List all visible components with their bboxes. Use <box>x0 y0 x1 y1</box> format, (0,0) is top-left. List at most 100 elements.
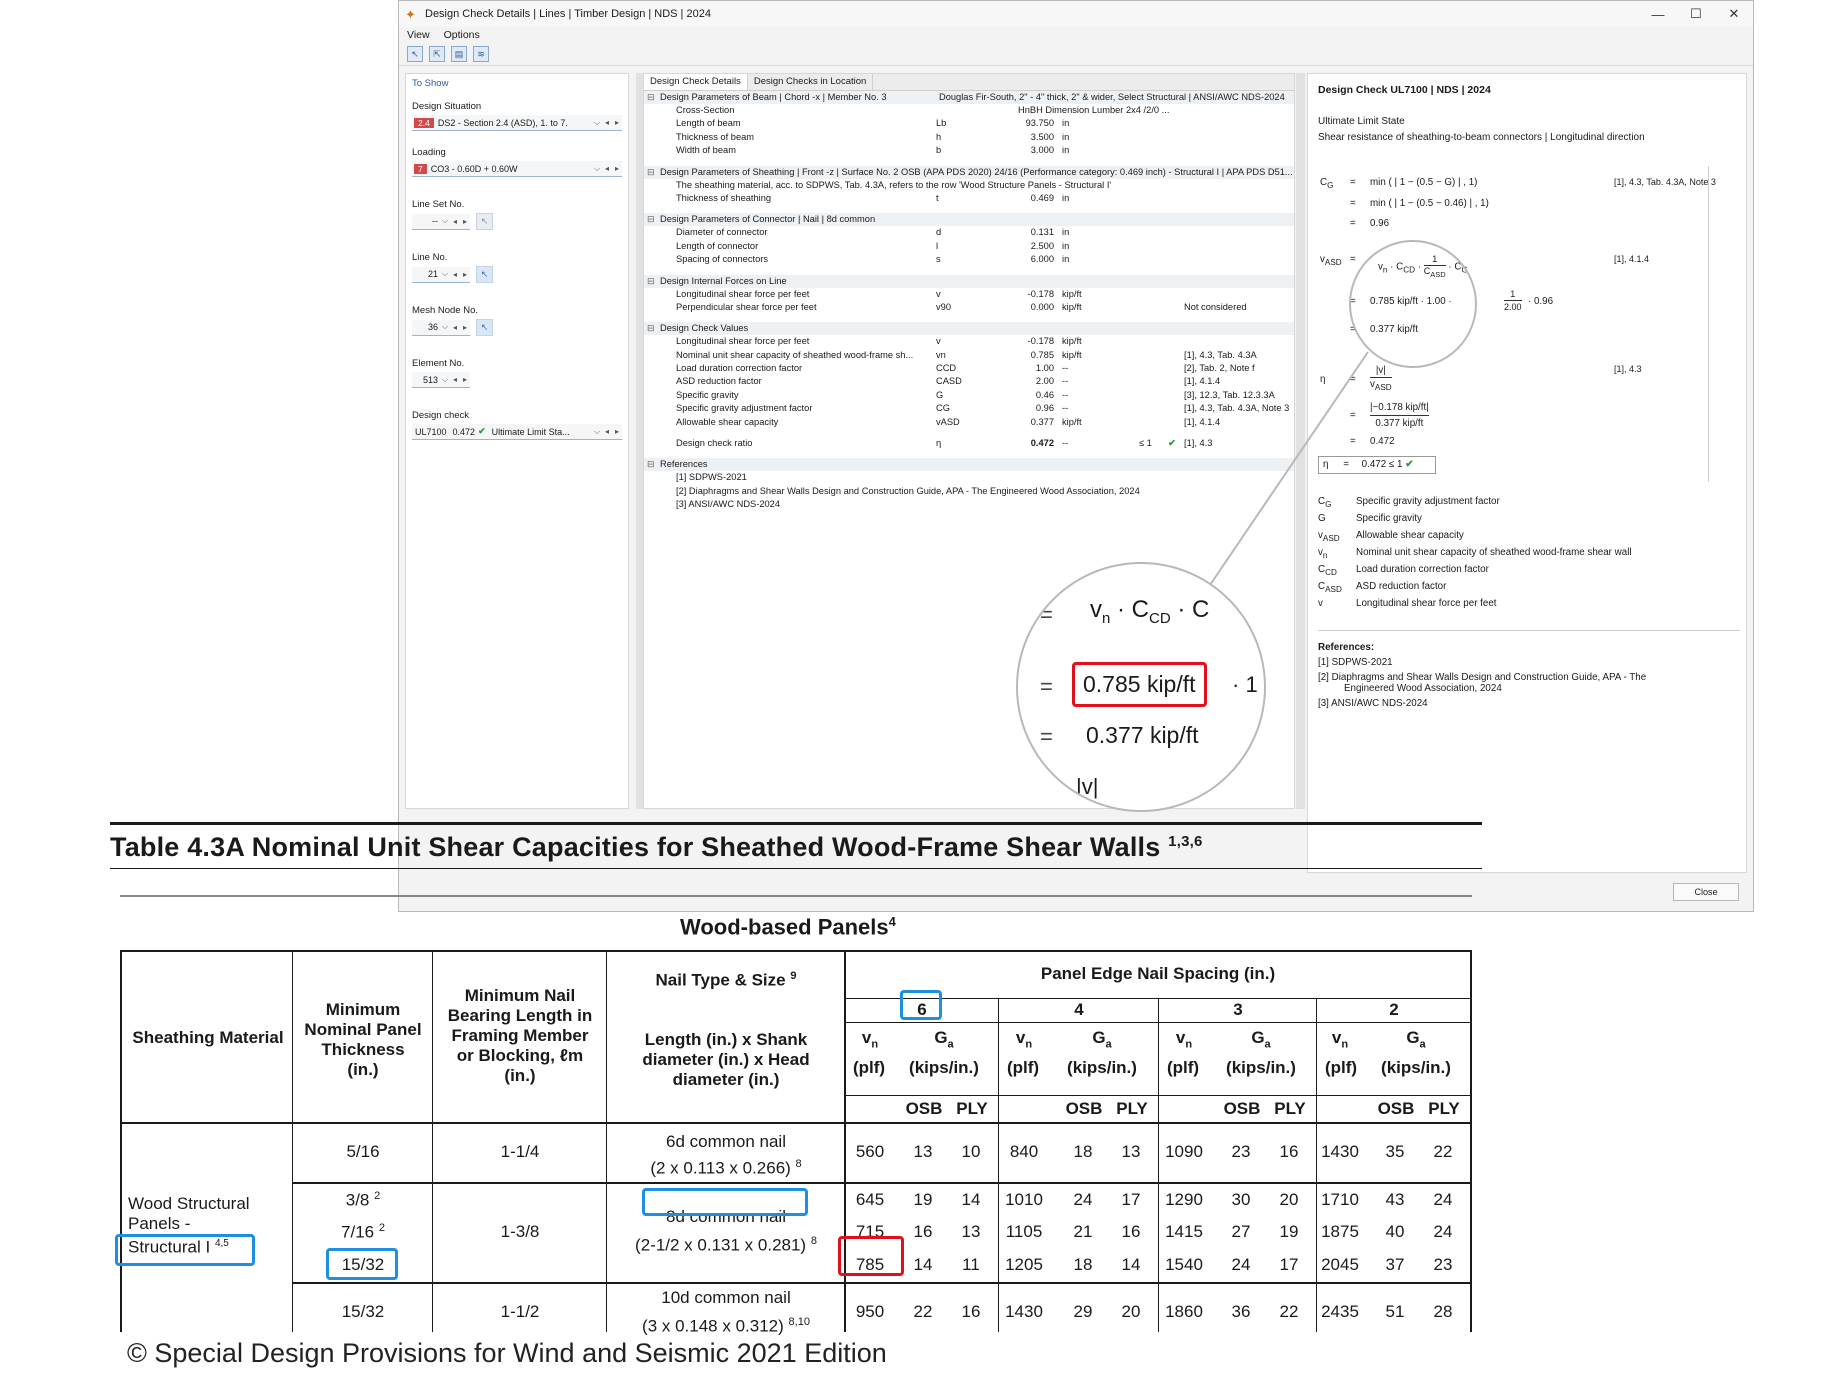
plf-header: (plf) <box>1006 1058 1040 1077</box>
table-cell: 18 <box>1073 1142 1093 1161</box>
ga-header: Ga <box>1092 1028 1112 1051</box>
table-subtitle-text: Wood-based Panels <box>680 914 889 940</box>
table-cell: 1105 <box>1005 1222 1043 1241</box>
mag-line-4: |v| <box>1076 774 1099 799</box>
shear-capacity-table: Sheathing Material Minimum Nominal Panel… <box>115 950 1472 1336</box>
bearing-cell: 1-1/2 <box>500 1302 540 1321</box>
table-cell: 24 <box>1073 1190 1093 1209</box>
plf-header: (plf) <box>1166 1058 1200 1077</box>
thickness-sup: 2 <box>378 1222 385 1234</box>
table-cell: 43 <box>1385 1190 1405 1209</box>
mag-eq-1: = <box>1040 602 1053 627</box>
header-nail-desc: Length (in.) x Shank diameter (in.) x He… <box>608 1030 844 1090</box>
spacing-2: 2 <box>1389 1000 1399 1019</box>
header-sheathing: Sheathing Material <box>132 1028 284 1047</box>
ply-header: PLY <box>1274 1099 1306 1118</box>
table-title: Table 4.3A Nominal Unit Shear Capacities… <box>110 832 1203 863</box>
osb-header: OSB <box>1223 1099 1261 1118</box>
table-cell: 14 <box>961 1190 981 1209</box>
table-cell: 1860 <box>1165 1302 1203 1321</box>
table-cell: 1540 <box>1165 1255 1203 1274</box>
osb-header: OSB <box>1377 1099 1415 1118</box>
ga-header: Ga <box>1251 1028 1271 1051</box>
table-cell: 40 <box>1385 1222 1405 1241</box>
header-line: Thickness <box>321 1040 405 1059</box>
subtitle-rule <box>120 895 1472 897</box>
spacing-3: 3 <box>1233 1000 1243 1019</box>
table-cell: 51 <box>1385 1302 1405 1321</box>
header-line: or Blocking, ℓm <box>456 1046 584 1065</box>
thickness-value: 3/8 <box>345 1190 370 1210</box>
nail-dims: (2 x 0.113 x 0.266) 8 <box>608 1153 844 1180</box>
header-line: Minimum Nail <box>464 986 576 1005</box>
nail-name: 10d common nail <box>661 1288 791 1307</box>
table-cell: 1205 <box>1005 1255 1043 1274</box>
connector-line <box>1209 351 1369 586</box>
grid-line <box>120 950 122 1332</box>
table-cell: 2435 <box>1321 1302 1359 1321</box>
table-cell: 22 <box>913 1302 933 1321</box>
mag-eq-2: = <box>1040 674 1053 699</box>
kips-header: (kips/in.) <box>909 1058 979 1077</box>
header-line: diameter (in.) <box>672 1070 780 1089</box>
thickness-value: 7/16 <box>341 1222 375 1242</box>
table-cell: 10 <box>961 1142 981 1161</box>
header-line: Bearing Length in <box>447 1006 593 1025</box>
table-cell: 22 <box>1433 1142 1453 1161</box>
header-line: Length (in.) x Shank <box>644 1030 808 1049</box>
nail-type-text: Nail Type & Size <box>655 970 786 990</box>
material-line: Panels - <box>128 1214 191 1233</box>
table-cell: 1090 <box>1165 1142 1203 1161</box>
table-cell: 23 <box>1433 1255 1453 1274</box>
thickness-cell: 3/8 2 <box>294 1190 432 1211</box>
header-thickness: Minimum Nominal Panel Thickness (in.) <box>294 1000 432 1080</box>
table-cell: 645 <box>855 1190 885 1209</box>
grid-line <box>120 1122 1472 1124</box>
header-line: Minimum <box>325 1000 401 1019</box>
nail-name: 6d common nail <box>665 1132 786 1151</box>
table-cell: 13 <box>1121 1142 1141 1161</box>
ga-header: Ga <box>1406 1028 1426 1051</box>
bearing-cell: 1-1/4 <box>500 1142 540 1161</box>
spacing-4: 4 <box>1074 1000 1084 1019</box>
kips-header: (kips/in.) <box>1226 1058 1296 1077</box>
table-cell: 23 <box>1231 1142 1251 1161</box>
highlight-spacing-6 <box>900 990 942 1020</box>
thickness-cell: 5/16 <box>346 1142 380 1161</box>
bearing-cell: 1-3/8 <box>500 1222 540 1241</box>
table-cell: 19 <box>1279 1222 1299 1241</box>
header-line: Framing Member <box>451 1026 589 1045</box>
magnifier-large: = vn · CCD · C = 0.785 kip/ft · 1 = 0.37… <box>1016 562 1266 812</box>
vn-header: vn <box>1331 1028 1349 1051</box>
copyright-notice: © Special Design Provisions for Wind and… <box>127 1338 887 1368</box>
vn-header: vn <box>1015 1028 1033 1051</box>
highlight-structural-i <box>115 1234 255 1266</box>
table-cell: 840 <box>1009 1142 1039 1161</box>
title-rule-top <box>110 822 1482 825</box>
header-bearing: Minimum Nail Bearing Length in Framing M… <box>434 986 606 1086</box>
table-cell: 24 <box>1231 1255 1251 1274</box>
grid-line <box>844 1022 1472 1023</box>
grid-line <box>1470 950 1472 1332</box>
nail-cell: 6d common nail (2 x 0.113 x 0.266) 8 <box>608 1130 844 1180</box>
table-cell: 1415 <box>1165 1222 1203 1241</box>
table-cell: 35 <box>1385 1142 1405 1161</box>
grid-line <box>292 1182 1472 1184</box>
table-cell: 1010 <box>1005 1190 1043 1209</box>
vn-header: vn <box>1175 1028 1193 1051</box>
table-cell: 16 <box>1279 1142 1299 1161</box>
table-cell: 24 <box>1433 1222 1453 1241</box>
grid-line <box>292 950 293 1332</box>
header-spacing: Panel Edge Nail Spacing (in.) <box>1040 964 1276 983</box>
plf-header: (plf) <box>1324 1058 1358 1077</box>
table-cell: 560 <box>855 1142 885 1161</box>
table-cell: 17 <box>1279 1255 1299 1274</box>
highlight-thickness <box>326 1248 398 1280</box>
header-line: (in.) <box>347 1060 379 1079</box>
table-cell: 17 <box>1121 1190 1141 1209</box>
table-cell: 20 <box>1279 1190 1299 1209</box>
nail-dims-text: (3 x 0.148 x 0.312) <box>642 1316 784 1336</box>
header-line: diameter (in.) x Head <box>642 1050 810 1069</box>
table-cell: 950 <box>855 1302 885 1321</box>
plf-header: (plf) <box>852 1058 886 1077</box>
